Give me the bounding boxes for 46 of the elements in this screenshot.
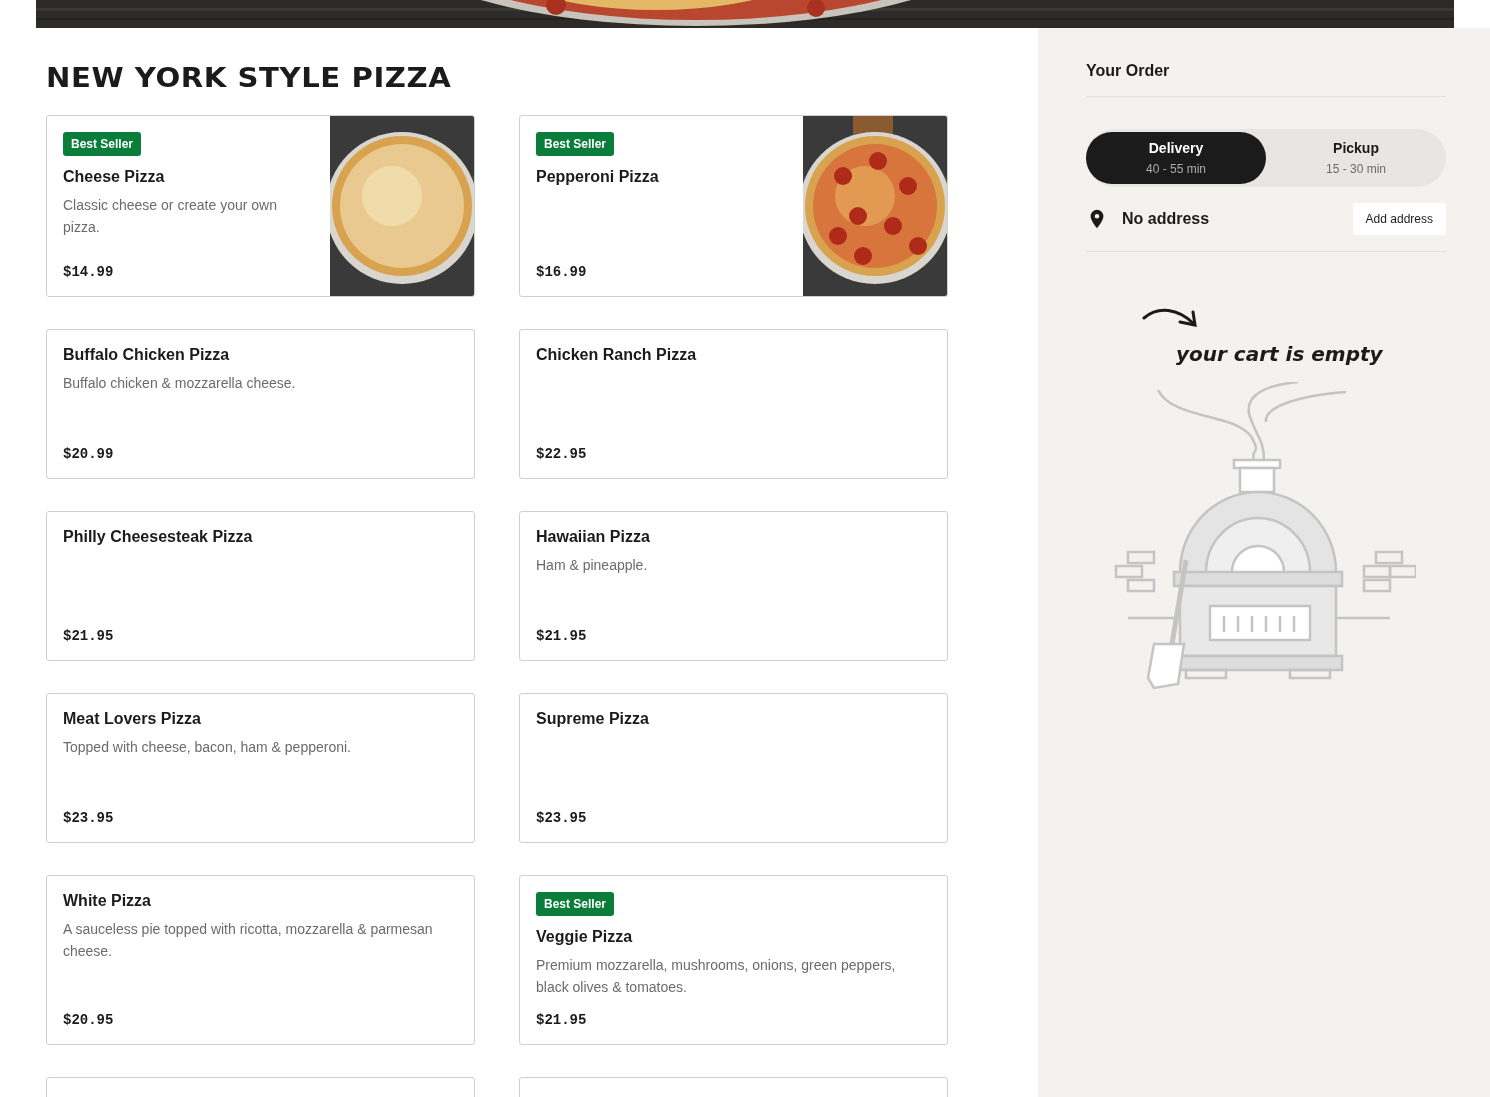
item-description: Topped with cheese, bacon, ham & pepperoni. <box>63 738 351 757</box>
item-price: $14.99 <box>63 263 114 280</box>
item-name: Cheese Pizza <box>63 168 165 186</box>
item-description: A sauceless pie topped with ricotta, mozzarella & parmesan cheese. <box>63 920 434 961</box>
add-address-button[interactable]: Add address <box>1352 203 1446 235</box>
menu-card[interactable]: Philly Cheesesteak Pizza $21.95 <box>46 511 475 661</box>
menu-card[interactable]: Supreme Pizza $23.95 <box>519 693 948 843</box>
menu-card[interactable]: Hawaiian Pizza Ham & pineapple. $21.95 <box>519 511 948 661</box>
menu-card[interactable]: White Pizza A sauceless pie topped with ricotta, mozzarella & parmesan cheese. $20.95 <box>46 875 475 1045</box>
item-name: Pepperoni Pizza <box>536 168 659 186</box>
item-description: Ham & pineapple. <box>536 556 648 575</box>
item-name: Philly Cheesesteak Pizza <box>63 528 253 546</box>
order-mode-tab[interactable]: Delivery 40 - 55 min <box>1086 132 1266 184</box>
item-name: White Pizza <box>63 892 151 910</box>
menu-card[interactable]: Best Seller Veggie Pizza Premium mozzarella, mushrooms, onions, green peppers, black olives & tomatoes. $21.95 <box>519 875 948 1045</box>
menu-card[interactable]: Best Seller Cheese Pizza Classic cheese or create your own pizza. $14.99 <box>46 115 475 297</box>
menu-card[interactable]: Chicken Ranch Pizza $22.95 <box>519 329 948 479</box>
menu-card[interactable]: Meat Lovers Pizza Topped with cheese, bacon, ham & pepperoni. $23.95 <box>46 693 475 843</box>
order-mode-tab[interactable]: Pickup 15 - 30 min <box>1266 129 1446 187</box>
menu-card[interactable]: Buffalo Chicken Pizza Buffalo chicken & mozzarella cheese. $20.99 <box>46 329 475 479</box>
item-price: $20.95 <box>63 1011 114 1028</box>
item-price: $23.95 <box>536 809 587 826</box>
order-title: Your Order <box>1086 62 1170 81</box>
best-seller-badge: Best Seller <box>63 132 142 156</box>
item-description: Classic cheese or create your own pizza. <box>63 196 278 237</box>
item-name: Chicken Ranch Pizza <box>536 346 697 364</box>
address-text: No address <box>1122 210 1211 228</box>
best-seller-badge: Best Seller <box>536 132 615 156</box>
item-description: Buffalo chicken & mozzarella cheese. <box>63 374 296 393</box>
item-price: $23.95 <box>63 809 114 826</box>
item-price: $21.95 <box>536 627 587 644</box>
item-name: Meat Lovers Pizza <box>63 710 201 728</box>
empty-cart-message: your cart is empty <box>1176 342 1383 366</box>
menu-card[interactable]: Best Seller Pepperoni Pizza $16.99 <box>519 115 948 297</box>
item-price: $22.95 <box>536 445 587 462</box>
item-name: Supreme Pizza <box>536 710 649 728</box>
section-title: NEW YORK STYLE PIZZA <box>46 62 452 93</box>
item-name: Hawaiian Pizza <box>536 528 650 546</box>
item-price: $20.99 <box>63 445 114 462</box>
best-seller-badge: Best Seller <box>536 892 615 916</box>
item-price: $21.95 <box>536 1011 587 1028</box>
item-description: Premium mozzarella, mushrooms, onions, green peppers, black olives & tomatoes. <box>536 956 897 997</box>
item-price: $21.95 <box>63 627 114 644</box>
item-name: Buffalo Chicken Pizza <box>63 346 230 364</box>
item-price: $16.99 <box>536 263 587 280</box>
item-name: Veggie Pizza <box>536 928 633 946</box>
